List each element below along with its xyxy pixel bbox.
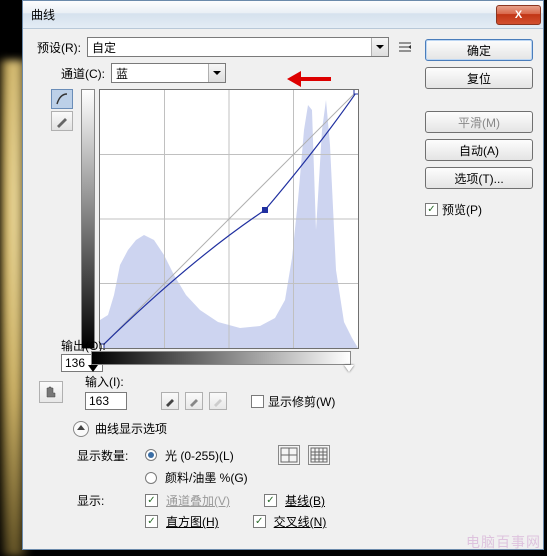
show-clipping-checkbox[interactable] xyxy=(251,395,264,408)
channel-label: 通道(C): xyxy=(61,65,105,82)
input-gradient[interactable] xyxy=(91,351,351,365)
options-toggle[interactable] xyxy=(73,421,89,437)
eyedropper-icon xyxy=(188,395,200,407)
curve-point-icon xyxy=(55,92,69,106)
preset-value: 自定 xyxy=(92,39,116,56)
reset-button[interactable]: 复位 xyxy=(425,67,533,89)
black-eyedropper[interactable] xyxy=(161,392,179,410)
options-button[interactable]: 选项(T)... xyxy=(425,167,533,189)
light-radio[interactable] xyxy=(145,449,157,461)
channel-overlay-label: 通道叠加(V) xyxy=(166,492,230,509)
baseline-checkbox[interactable] xyxy=(264,494,277,507)
titlebar: 曲线 X xyxy=(23,1,543,29)
intersection-checkbox[interactable] xyxy=(253,515,266,528)
annotation-arrow xyxy=(287,71,331,87)
baseline-label: 基线(B) xyxy=(285,492,325,509)
curve-endpoint-highlight[interactable] xyxy=(354,90,358,94)
curves-dialog: 曲线 X 预设(R): 自定 通道(C): 蓝 xyxy=(22,0,544,550)
output-gradient xyxy=(81,89,95,349)
hand-icon xyxy=(43,384,59,400)
amount-label: 显示数量: xyxy=(77,447,137,464)
show-clipping-label: 显示修剪(W) xyxy=(268,393,335,410)
input-field[interactable] xyxy=(85,392,127,410)
chevron-down-icon xyxy=(371,38,388,56)
intersection-label: 交叉线(N) xyxy=(274,513,327,530)
input-label: 输入(I): xyxy=(85,373,124,390)
grid-simple-button[interactable] xyxy=(278,445,300,465)
smooth-button[interactable]: 平滑(M) xyxy=(425,111,533,133)
gray-eyedropper[interactable] xyxy=(185,392,203,410)
preview-label: 预览(P) xyxy=(442,201,482,218)
histogram-checkbox[interactable] xyxy=(145,515,158,528)
light-label: 光 (0-255)(L) xyxy=(165,447,234,464)
curve-tools xyxy=(51,89,73,349)
preview-checkbox[interactable] xyxy=(425,203,438,216)
preset-label: 预设(R): xyxy=(37,39,81,56)
channel-overlay-checkbox[interactable] xyxy=(145,494,158,507)
window-title: 曲线 xyxy=(31,6,496,23)
curve-point-selected[interactable] xyxy=(262,207,268,213)
grid-detail-button[interactable] xyxy=(308,445,330,465)
white-point-slider[interactable] xyxy=(344,365,354,372)
pigment-label: 颜料/油墨 %(G) xyxy=(165,469,248,486)
eyedropper-icon xyxy=(212,395,224,407)
target-adjust-button[interactable] xyxy=(39,381,63,403)
pencil-tool-button[interactable] xyxy=(51,111,73,131)
ok-button[interactable]: 确定 xyxy=(425,39,533,61)
black-point-slider[interactable] xyxy=(88,365,98,372)
pigment-radio[interactable] xyxy=(145,472,157,484)
close-icon: X xyxy=(515,9,522,21)
curve-graph[interactable] xyxy=(99,89,359,349)
channel-value: 蓝 xyxy=(116,65,128,82)
menu-icon xyxy=(398,40,412,54)
watermark: 电脑百事网 xyxy=(466,532,541,552)
pencil-icon xyxy=(55,114,69,128)
chevron-down-icon xyxy=(208,64,225,82)
channel-select[interactable]: 蓝 xyxy=(111,63,226,83)
show-label: 显示: xyxy=(77,492,137,509)
grid-simple-icon xyxy=(279,446,299,464)
histogram-label: 直方图(H) xyxy=(166,513,219,530)
point-tool-button[interactable] xyxy=(51,89,73,109)
auto-button[interactable]: 自动(A) xyxy=(425,139,533,161)
eyedropper-icon xyxy=(164,395,176,407)
white-eyedropper[interactable] xyxy=(209,392,227,410)
preset-select[interactable]: 自定 xyxy=(87,37,389,57)
preset-menu-button[interactable] xyxy=(395,37,415,57)
options-header: 曲线显示选项 xyxy=(95,420,167,437)
grid-detail-icon xyxy=(309,446,329,464)
close-button[interactable]: X xyxy=(496,5,541,25)
